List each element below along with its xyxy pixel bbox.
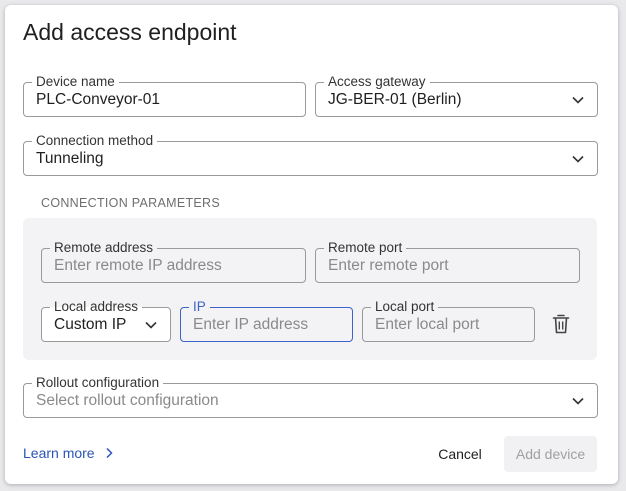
dialog-title: Add access endpoint <box>23 19 237 45</box>
remote-address-input[interactable]: Remote address Enter remote IP address <box>41 240 306 283</box>
remote-port-input[interactable]: Remote port Enter remote port <box>315 240 580 283</box>
learn-more-link[interactable]: Learn more <box>23 445 113 461</box>
connection-parameters-heading: CONNECTION PARAMETERS <box>41 196 220 210</box>
rollout-configuration-placeholder: Select rollout configuration <box>36 391 219 409</box>
local-address-value: Custom IP <box>54 315 127 333</box>
chevron-down-icon <box>572 397 584 405</box>
local-port-placeholder: Enter local port <box>375 315 480 333</box>
rollout-configuration-select[interactable]: Rollout configuration Select rollout con… <box>23 375 598 418</box>
chevron-right-icon <box>106 447 113 459</box>
chevron-down-icon <box>572 96 584 104</box>
chevron-down-icon <box>572 155 584 163</box>
cancel-button[interactable]: Cancel <box>428 437 492 471</box>
chevron-down-icon <box>145 321 157 329</box>
access-gateway-select[interactable]: Access gateway JG-BER-01 (Berlin) <box>315 74 598 117</box>
connection-method-select[interactable]: Connection method Tunneling <box>23 133 598 176</box>
local-address-select[interactable]: Local address Custom IP <box>41 299 171 342</box>
connection-method-value: Tunneling <box>36 149 104 167</box>
device-name-value: PLC-Conveyor-01 <box>36 90 161 108</box>
learn-more-label: Learn more <box>23 445 95 461</box>
add-device-button[interactable]: Add device <box>504 436 597 472</box>
remote-port-placeholder: Enter remote port <box>328 256 449 274</box>
ip-address-input[interactable]: IP Enter IP address <box>180 299 353 342</box>
trash-icon[interactable] <box>551 313 571 335</box>
remote-address-placeholder: Enter remote IP address <box>54 256 222 274</box>
local-port-input[interactable]: Local port Enter local port <box>362 299 535 342</box>
access-gateway-value: JG-BER-01 (Berlin) <box>328 90 462 108</box>
ip-placeholder: Enter IP address <box>193 315 309 333</box>
device-name-field[interactable]: Device name PLC-Conveyor-01 <box>23 74 306 117</box>
add-endpoint-dialog: Add access endpoint Device name PLC-Conv… <box>5 5 618 484</box>
